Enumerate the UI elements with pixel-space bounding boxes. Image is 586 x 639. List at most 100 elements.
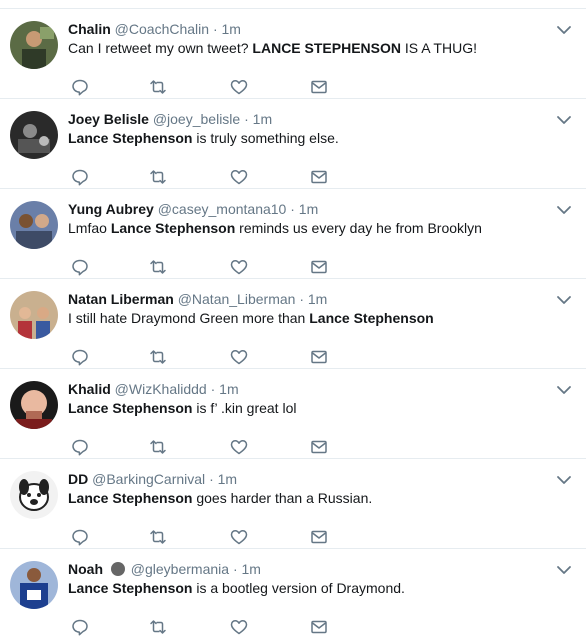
display-name[interactable]: Joey Belisle	[68, 111, 149, 127]
user-handle[interactable]: @gleybermania	[131, 561, 229, 577]
heart-icon[interactable]	[229, 167, 249, 187]
tweet[interactable]: DD @BarkingCarnival · 1m Lance Stephenso…	[0, 459, 586, 549]
chevron-down-icon[interactable]	[556, 563, 572, 575]
envelope-icon[interactable]	[309, 617, 329, 637]
separator-dot: ·	[290, 201, 295, 217]
avatar[interactable]	[10, 201, 58, 249]
avatar[interactable]	[10, 381, 58, 429]
chevron-down-icon[interactable]	[556, 293, 572, 305]
tweet-text: Lance Stephenson goes harder than a Russ…	[68, 489, 556, 508]
reply-icon[interactable]	[70, 527, 90, 547]
chevron-down-icon[interactable]	[556, 113, 572, 125]
tweet-header: Joey Belisle @joey_belisle · 1m	[68, 110, 546, 128]
retweet-icon[interactable]	[148, 257, 168, 277]
separator-dot: ·	[299, 291, 304, 307]
envelope-icon[interactable]	[309, 77, 329, 97]
timestamp[interactable]: 1m	[219, 381, 238, 397]
user-handle[interactable]: @WizKhaliddd	[115, 381, 207, 397]
display-name[interactable]: Chalin	[68, 21, 111, 37]
avatar[interactable]	[10, 111, 58, 159]
tweet-actions	[68, 167, 368, 187]
tweet[interactable]: Natan Liberman @Natan_Liberman · 1m I st…	[0, 279, 586, 369]
tweet-header: DD @BarkingCarnival · 1m	[68, 470, 546, 488]
user-handle[interactable]: @CoachChalin	[115, 21, 209, 37]
timestamp[interactable]: 1m	[253, 111, 272, 127]
retweet-icon[interactable]	[148, 167, 168, 187]
envelope-icon[interactable]	[309, 257, 329, 277]
highlighted-term: Lance Stephenson	[68, 490, 193, 506]
reply-icon[interactable]	[70, 347, 90, 367]
avatar[interactable]	[10, 561, 58, 609]
highlighted-term: Lance Stephenson	[68, 130, 193, 146]
tweet[interactable]: Yung Aubrey @casey_montana10 · 1m Lmfao …	[0, 189, 586, 279]
highlighted-term: Lance Stephenson	[309, 310, 434, 326]
display-name[interactable]: Natan Liberman	[68, 291, 174, 307]
reply-icon[interactable]	[70, 167, 90, 187]
tweet-text-segment: Lmfao	[68, 220, 111, 236]
chevron-down-icon[interactable]	[556, 383, 572, 395]
user-handle[interactable]: @casey_montana10	[158, 201, 287, 217]
retweet-icon[interactable]	[148, 617, 168, 637]
timestamp[interactable]: 1m	[242, 561, 261, 577]
chevron-down-icon[interactable]	[556, 203, 572, 215]
heart-icon[interactable]	[229, 257, 249, 277]
timestamp[interactable]: 1m	[218, 471, 237, 487]
chevron-down-icon[interactable]	[556, 23, 572, 35]
tweet-text: I still hate Draymond Green more than La…	[68, 309, 556, 328]
tweet-header: Chalin @CoachChalin · 1m	[68, 20, 546, 38]
reply-icon[interactable]	[70, 437, 90, 457]
tweet-text: Lance Stephenson is a bootleg version of…	[68, 579, 556, 598]
envelope-icon[interactable]	[309, 527, 329, 547]
avatar[interactable]	[10, 291, 58, 339]
chevron-down-icon[interactable]	[556, 473, 572, 485]
display-name[interactable]: Noah	[68, 561, 103, 577]
timestamp[interactable]: 1m	[222, 21, 241, 37]
user-handle[interactable]: @BarkingCarnival	[92, 471, 205, 487]
tweet-actions	[68, 527, 368, 547]
display-name[interactable]: Khalid	[68, 381, 111, 397]
separator-dot: ·	[232, 561, 238, 577]
top-divider	[0, 0, 586, 9]
tweet-text-segment: IS A THUG!	[401, 40, 477, 56]
user-handle[interactable]: @joey_belisle	[153, 111, 240, 127]
avatar[interactable]	[10, 471, 58, 519]
tweet-text-segment: I still hate Draymond Green more than	[68, 310, 310, 326]
separator-dot: ·	[244, 111, 249, 127]
tweet-text-segment: is truly something else.	[192, 130, 339, 146]
tweet[interactable]: Noah @gleybermania · 1m Lance Stephenson…	[0, 549, 586, 639]
heart-icon[interactable]	[229, 527, 249, 547]
tweet-text: Lance Stephenson is f’ .kin great lol	[68, 399, 556, 418]
envelope-icon[interactable]	[309, 167, 329, 187]
retweet-icon[interactable]	[148, 347, 168, 367]
highlighted-term: Lance Stephenson	[68, 580, 193, 596]
retweet-icon[interactable]	[148, 77, 168, 97]
heart-icon[interactable]	[229, 77, 249, 97]
heart-icon[interactable]	[229, 617, 249, 637]
tweet-header: Noah @gleybermania · 1m	[68, 560, 546, 578]
separator-dot: ·	[210, 381, 216, 397]
user-handle[interactable]: @Natan_Liberman	[178, 291, 296, 307]
tweet[interactable]: Khalid @WizKhaliddd · 1m Lance Stephenso…	[0, 369, 586, 459]
tweet-text: Lmfao Lance Stephenson reminds us every …	[68, 219, 556, 238]
reply-icon[interactable]	[70, 617, 90, 637]
separator-dot: ·	[212, 21, 218, 37]
tweet-actions	[68, 77, 368, 97]
envelope-icon[interactable]	[309, 347, 329, 367]
tweet-header: Yung Aubrey @casey_montana10 · 1m	[68, 200, 546, 218]
display-name[interactable]: DD	[68, 471, 88, 487]
reply-icon[interactable]	[70, 257, 90, 277]
tweet[interactable]: Joey Belisle @joey_belisle · 1m Lance St…	[0, 99, 586, 189]
reply-icon[interactable]	[70, 77, 90, 97]
timestamp[interactable]: 1m	[299, 201, 318, 217]
heart-icon[interactable]	[229, 437, 249, 457]
emoji-badge-icon	[110, 562, 125, 576]
timestamp[interactable]: 1m	[308, 291, 327, 307]
tweet-text: Lance Stephenson is truly something else…	[68, 129, 556, 148]
tweet[interactable]: Chalin @CoachChalin · 1m Can I retweet m…	[0, 9, 586, 99]
display-name[interactable]: Yung Aubrey	[68, 201, 154, 217]
envelope-icon[interactable]	[309, 437, 329, 457]
retweet-icon[interactable]	[148, 527, 168, 547]
avatar[interactable]	[10, 21, 58, 69]
retweet-icon[interactable]	[148, 437, 168, 457]
heart-icon[interactable]	[229, 347, 249, 367]
